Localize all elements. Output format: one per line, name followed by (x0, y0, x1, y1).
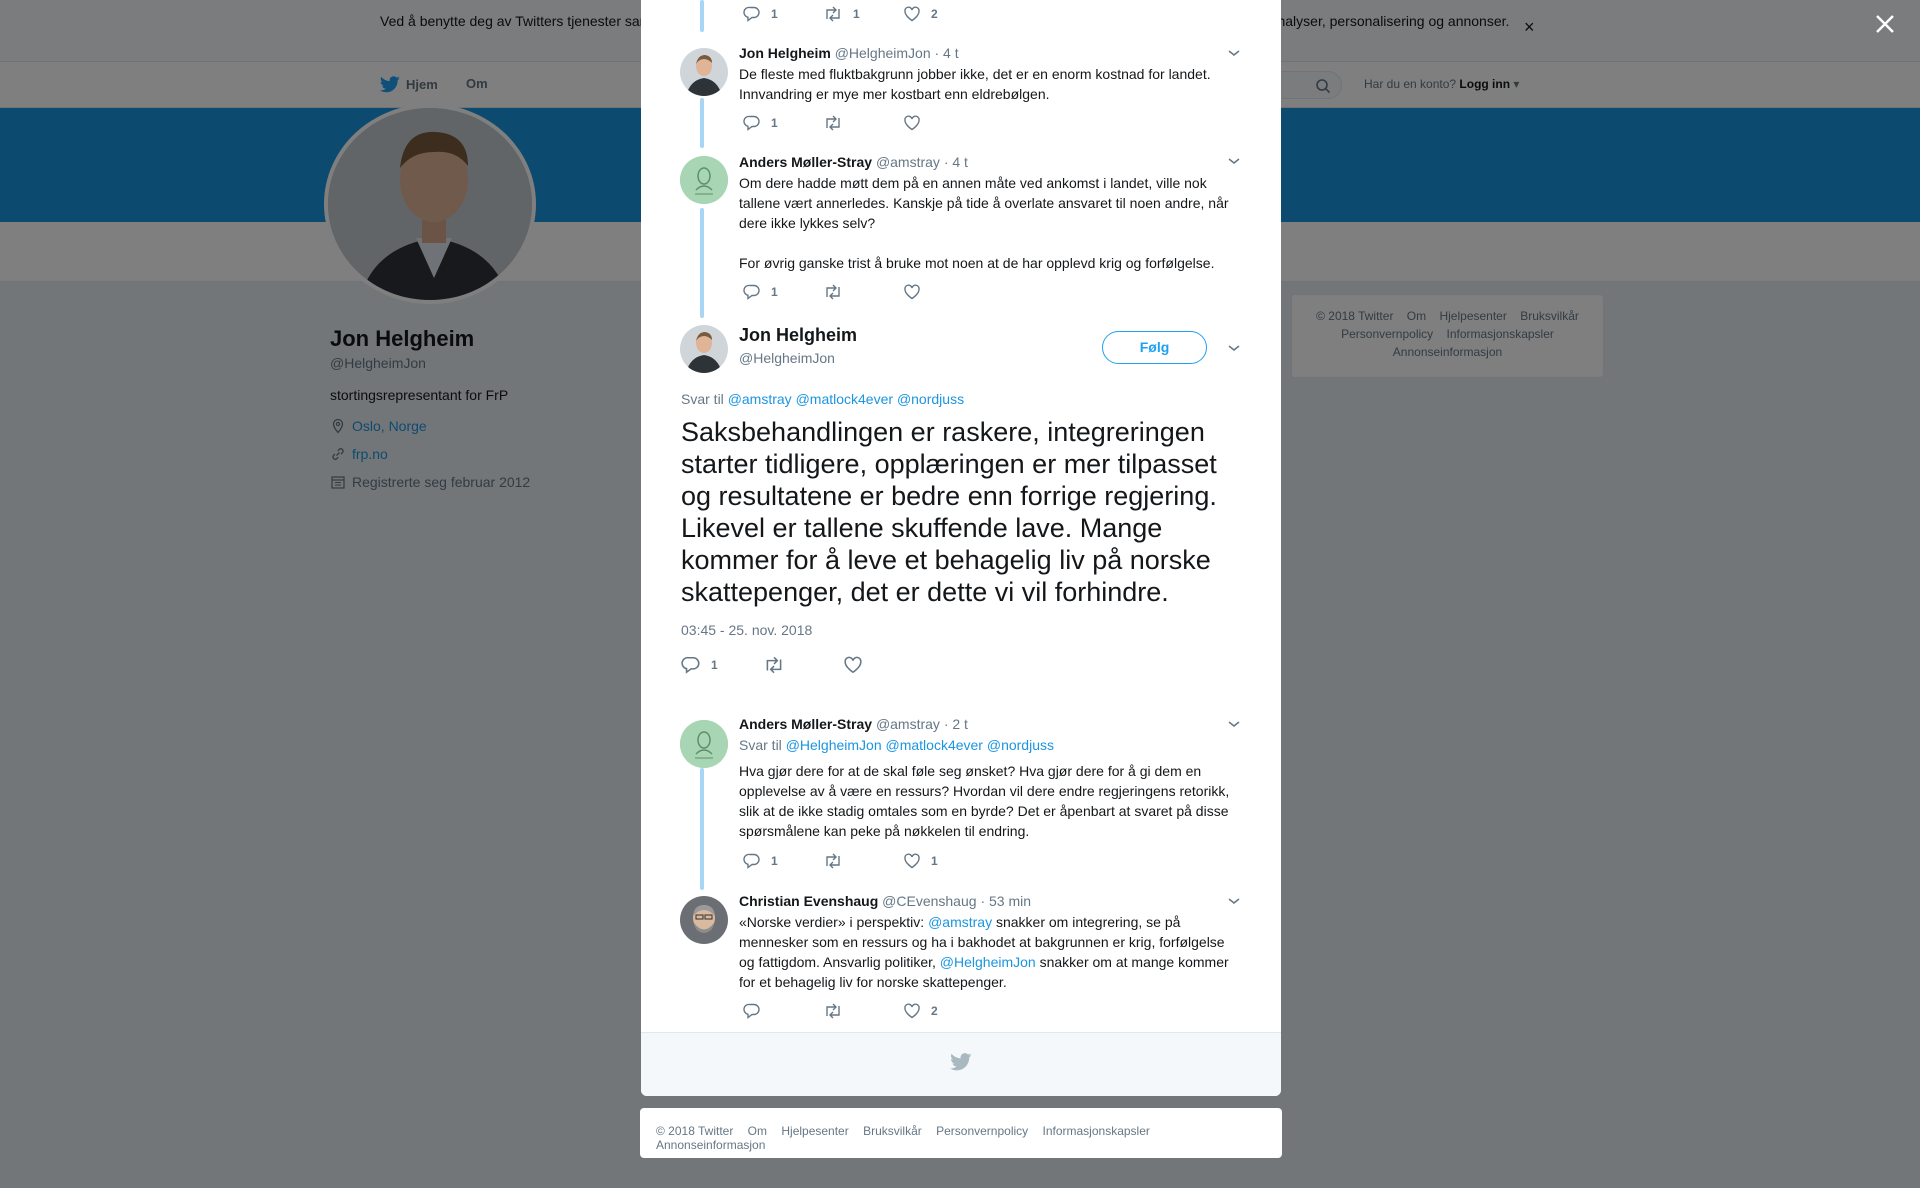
mention-link[interactable]: @HelgheimJon (786, 737, 882, 753)
mention-link[interactable]: @nordjuss (987, 737, 1054, 753)
reply-prefix: Svar til (739, 737, 782, 753)
footer-help[interactable]: Hjelpesenter (781, 1124, 848, 1138)
reply-to-line: Svar til @HelgheimJon @matlock4ever @nor… (739, 737, 1239, 753)
mention-link[interactable]: @matlock4ever (796, 391, 893, 407)
author-handle[interactable]: @amstray (876, 716, 940, 732)
reply-icon (681, 656, 700, 674)
avatar[interactable] (680, 896, 728, 944)
mention-link[interactable]: @nordjuss (897, 391, 964, 407)
tweet-time[interactable]: · 2 t (944, 716, 968, 732)
footer-privacy[interactable]: Personvernpolicy (936, 1124, 1028, 1138)
tweet-text: «Norske verdier» i perspektiv: @amstray … (739, 912, 1239, 992)
thread-line (700, 768, 704, 890)
reply-button[interactable] (743, 1003, 761, 1019)
like-button[interactable]: 1 (903, 853, 938, 869)
avatar[interactable] (680, 325, 728, 373)
footer-about[interactable]: Om (748, 1124, 767, 1138)
modal-footer (641, 1032, 1281, 1096)
like-count: 1 (931, 854, 938, 868)
reply-button[interactable]: 1 (743, 853, 778, 869)
main-tweet: Jon Helgheim @HelgheimJon Følg Svar til … (641, 0, 1281, 700)
reply-count: 1 (771, 854, 778, 868)
author-name[interactable]: Jon Helgheim (739, 325, 857, 346)
reply-icon (743, 1003, 760, 1019)
main-tweet-text: Saksbehandlingen er raskere, integrering… (681, 417, 1217, 607)
author-name[interactable]: Christian Evenshaug (739, 893, 878, 909)
close-icon[interactable] (1873, 12, 1897, 36)
mention-link[interactable]: @amstray (728, 391, 792, 407)
retweet-button[interactable] (763, 656, 785, 674)
like-icon (904, 1003, 920, 1019)
tweet-header: Anders Møller-Stray @amstray · 2 t (739, 715, 1239, 733)
mention-link[interactable]: @amstray (928, 914, 992, 930)
reply-prefix: Svar til (681, 391, 724, 407)
tweet-actions: 1 1 (739, 853, 1039, 873)
tweet-body: Anders Møller-Stray @amstray · 2 t Svar … (739, 715, 1239, 841)
reply-to-line: Svar til @amstray @matlock4ever @nordjus… (681, 391, 964, 407)
like-icon (904, 853, 920, 869)
tweet-actions: 2 (739, 1003, 1039, 1023)
footer-ads[interactable]: Annonseinformasjon (656, 1138, 765, 1152)
tweet-header: Christian Evenshaug @CEvenshaug · 53 min (739, 892, 1239, 910)
tweet-actions: 1 (681, 656, 981, 676)
like-button[interactable]: 2 (903, 1003, 938, 1019)
avatar[interactable] (680, 720, 728, 768)
chevron-down-icon[interactable] (1226, 893, 1242, 909)
footer-terms[interactable]: Bruksvilkår (863, 1124, 922, 1138)
like-count: 2 (931, 1004, 938, 1018)
tweet-body: Christian Evenshaug @CEvenshaug · 53 min… (739, 892, 1239, 992)
mention-link[interactable]: @HelgheimJon (940, 954, 1036, 970)
tweet-text: Hva gjør dere for at de skal føle seg øn… (739, 763, 1230, 839)
reply-count: 1 (711, 658, 718, 672)
twitter-bird-icon (950, 1053, 972, 1071)
retweet-icon (766, 656, 782, 674)
tweet-time[interactable]: · 53 min (980, 893, 1031, 909)
follow-button[interactable]: Følg (1102, 331, 1207, 364)
retweet-icon (826, 1003, 840, 1019)
tweet-modal: 1 1 2 Jon Helgheim @HelgheimJon · 4 t De… (641, 0, 1281, 1096)
retweet-icon (826, 853, 840, 869)
footer-copyright: © 2018 Twitter (656, 1124, 734, 1138)
bottom-footer: © 2018 Twitter Om Hjelpesenter Bruksvilk… (640, 1108, 1282, 1158)
author-handle[interactable]: @CEvenshaug (882, 893, 976, 909)
reply-button[interactable]: 1 (681, 656, 718, 674)
like-icon (844, 656, 862, 674)
reply-icon (743, 853, 760, 869)
author-name[interactable]: Anders Møller-Stray (739, 716, 872, 732)
footer-cookies[interactable]: Informasjonskapsler (1043, 1124, 1150, 1138)
tweet-timestamp[interactable]: 03:45 - 25. nov. 2018 (681, 622, 812, 638)
retweet-button[interactable] (823, 853, 843, 869)
mention-link[interactable]: @matlock4ever (886, 737, 983, 753)
tweet-text-part: «Norske verdier» i perspektiv: (739, 914, 929, 930)
chevron-down-icon[interactable] (1226, 716, 1242, 732)
chevron-down-icon[interactable] (1226, 340, 1242, 356)
like-button[interactable] (843, 656, 863, 674)
author-handle[interactable]: @HelgheimJon (739, 350, 835, 366)
retweet-button[interactable] (823, 1003, 843, 1019)
